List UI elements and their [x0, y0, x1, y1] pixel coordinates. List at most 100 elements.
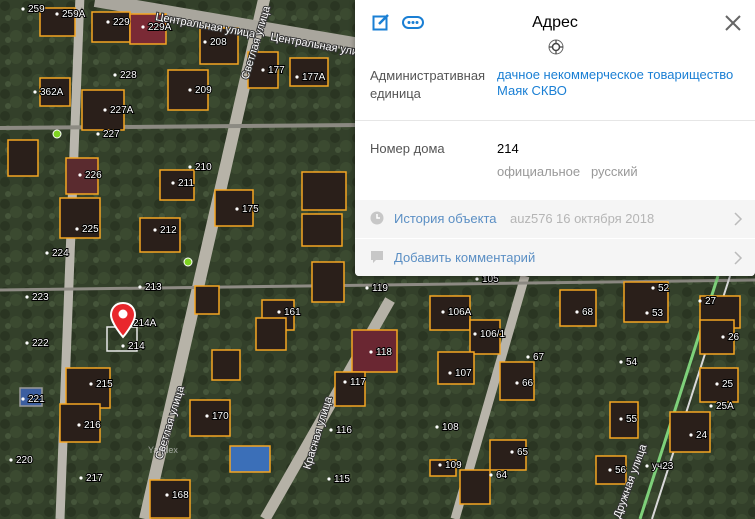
- house-number-label: 211: [178, 178, 194, 189]
- house-number-label: 118: [376, 347, 392, 358]
- house-dot: [25, 295, 29, 299]
- language-tags: официальное русский: [497, 164, 747, 180]
- house-dot: [78, 173, 82, 177]
- house-dot: [96, 132, 100, 136]
- house-dot: [441, 310, 445, 314]
- add-comment-row[interactable]: Добавить комментарий: [355, 239, 755, 276]
- house-number-label: 66: [522, 378, 534, 389]
- house-dot: [515, 381, 519, 385]
- divider: [355, 120, 755, 121]
- house-dot: [79, 476, 83, 480]
- house-dot: [77, 423, 81, 427]
- house-dot: [645, 464, 649, 468]
- house-number-label: 222: [32, 338, 49, 349]
- house-number-label: 53: [652, 308, 664, 319]
- lang-russian: русский: [590, 164, 638, 179]
- house-dot: [205, 414, 209, 418]
- house-number-label: 217: [86, 473, 103, 484]
- house-dot: [55, 12, 59, 16]
- house-number-label: 214А: [133, 318, 157, 329]
- house-dot: [698, 299, 702, 303]
- house-number-label: 229А: [148, 22, 172, 33]
- house-number-label: 108: [442, 422, 459, 433]
- house-number-label: 227А: [110, 105, 134, 116]
- house-dot: [608, 468, 612, 472]
- house-dot: [235, 207, 239, 211]
- house-dot: [188, 88, 192, 92]
- house-dot: [619, 360, 623, 364]
- house-dot: [473, 332, 477, 336]
- house-number-label: 115: [334, 474, 350, 485]
- lang-official: официальное: [497, 164, 581, 179]
- house-dot: [103, 108, 107, 112]
- house-dot: [277, 310, 281, 314]
- house-number-label: 68: [582, 307, 594, 318]
- house-dot: [171, 181, 175, 185]
- history-link[interactable]: История объекта: [394, 211, 497, 226]
- chevron-right-icon: [734, 212, 743, 226]
- chevron-right-icon: [734, 251, 743, 265]
- house-number-label: 177: [268, 65, 285, 76]
- house-dot: [510, 450, 514, 454]
- house-dot: [435, 425, 439, 429]
- house-dot: [165, 493, 169, 497]
- house-dot: [295, 75, 299, 79]
- house-dot: [475, 277, 479, 281]
- house-dot: [689, 433, 693, 437]
- close-icon[interactable]: [725, 15, 741, 31]
- house-dot: [153, 228, 157, 232]
- house-dot: [9, 458, 13, 462]
- house-dot: [369, 350, 373, 354]
- house-number-label: 109: [445, 460, 462, 471]
- house-number-label: 25: [722, 379, 734, 390]
- house-dot: [261, 68, 265, 72]
- house-number-label: 229: [113, 17, 130, 28]
- admin-unit-label: Административная единица: [370, 68, 486, 101]
- house-dot: [141, 25, 145, 29]
- house-number-label: 55: [626, 414, 638, 425]
- target-icon[interactable]: [548, 39, 564, 55]
- house-dot: [45, 251, 49, 255]
- house-dot: [203, 40, 207, 44]
- house-dot: [343, 380, 347, 384]
- house-dot: [709, 404, 713, 408]
- house-number-label: 26: [728, 332, 740, 343]
- house-number-label: 54: [626, 357, 638, 368]
- add-comment-link[interactable]: Добавить комментарий: [394, 250, 535, 265]
- clock-icon: [370, 211, 384, 225]
- house-number-label: 170: [212, 411, 229, 422]
- house-number-label: 226: [85, 170, 102, 181]
- house-number-label: 52: [658, 283, 670, 294]
- house-number-label: 24: [696, 430, 708, 441]
- address-panel: Адрес Административная единица дачное не…: [355, 0, 755, 276]
- house-number-label: 64: [496, 470, 508, 481]
- house-dot: [721, 335, 725, 339]
- house-dot: [21, 7, 25, 11]
- house-number-label: 168: [172, 490, 189, 501]
- house-number-label: 106А: [448, 307, 472, 318]
- house-dot: [489, 473, 493, 477]
- house-number-label: 213: [145, 282, 162, 293]
- house-dot: [575, 310, 579, 314]
- house-number-label: 212: [160, 225, 177, 236]
- panel-header: Адрес: [355, 0, 755, 55]
- house-dot: [121, 344, 125, 348]
- house-number-label: 214: [128, 341, 145, 352]
- house-number-value: 214: [497, 141, 519, 156]
- house-number-label: 216: [84, 420, 101, 431]
- house-dot: [138, 285, 142, 289]
- history-row[interactable]: История объекта auz576 16 октября 2018: [355, 200, 755, 238]
- house-dot: [645, 311, 649, 315]
- house-number-label: 67: [533, 352, 545, 363]
- house-dot: [329, 428, 333, 432]
- history-user: auz576: [510, 211, 553, 226]
- admin-unit-link[interactable]: дачное некоммерческое товарищество Маяк …: [497, 67, 747, 99]
- house-dot: [33, 90, 37, 94]
- house-number-label: 259А: [62, 9, 86, 20]
- house-dot: [89, 382, 93, 386]
- house-dot: [448, 371, 452, 375]
- house-number-label: 161: [284, 307, 301, 318]
- house-dot: [365, 286, 369, 290]
- house-number-label: 223: [32, 292, 49, 303]
- house-number-label: 209: [195, 85, 212, 96]
